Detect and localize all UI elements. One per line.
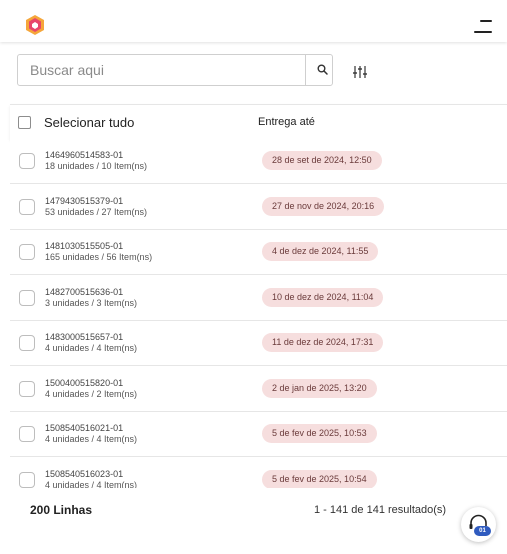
menu-icon[interactable] [470,20,492,36]
search-divider [305,55,306,85]
order-summary: 4 unidades / 4 Item(ns) [45,434,138,444]
list-footer: 200 Linhas 1 - 141 de 141 resultado(s) 0… [0,488,507,554]
delivery-badge: 11 de dez de 2024, 17:31 [262,333,384,352]
delivery-badge: 28 de set de 2024, 12:50 [262,151,382,170]
row-checkbox[interactable] [19,472,35,488]
chat-support-button[interactable]: 01 [461,507,496,542]
delivery-badge: 10 de dez de 2024, 11:04 [262,288,384,307]
select-all-label[interactable]: Selecionar tudo [44,115,134,130]
row-checkbox[interactable] [19,244,35,260]
order-summary: 4 unidades / 4 Item(ns) [45,480,138,488]
order-id: 1508540516023-01 [45,469,124,479]
order-summary: 4 unidades / 2 Item(ns) [45,389,138,399]
order-id: 1479430515379-01 [45,196,124,206]
top-bar [0,0,507,42]
results-count: 1 - 141 de 141 resultado(s) [314,504,447,516]
row-checkbox[interactable] [19,199,35,215]
delivery-badge: 2 de jan de 2025, 13:20 [262,379,377,398]
order-id: 1500400515820-01 [45,378,124,388]
order-row[interactable]: 1500400515820-01 4 unidades / 2 Item(ns)… [10,367,507,412]
order-summary: 53 unidades / 27 Item(ns) [45,207,148,217]
search-input[interactable] [18,55,306,85]
order-row[interactable]: 1508540516021-01 4 unidades / 4 Item(ns)… [10,412,507,457]
order-row[interactable]: 1481030515505-01 165 unidades / 56 Item(… [10,230,507,275]
row-checkbox[interactable] [19,381,35,397]
order-id: 1483000515657-01 [45,332,124,342]
order-id: 1481030515505-01 [45,241,124,251]
row-checkbox[interactable] [19,426,35,442]
row-checkbox[interactable] [19,153,35,169]
chat-badge: 01 [474,526,491,536]
order-summary: 4 unidades / 4 Item(ns) [45,343,138,353]
order-list: 1464960514583-01 18 unidades / 10 Item(n… [10,139,507,488]
delivery-badge: 5 de fev de 2025, 10:54 [262,470,377,488]
app-logo-icon[interactable] [24,14,46,36]
select-all-checkbox[interactable] [18,116,31,129]
row-checkbox[interactable] [19,335,35,351]
order-summary: 165 unidades / 56 Item(ns) [45,252,153,262]
list-header: Selecionar tudo Entrega até [10,104,507,139]
filter-sliders-icon[interactable] [352,64,368,80]
delivery-column-header: Entrega até [258,116,315,128]
delivery-badge: 4 de dez de 2024, 11:55 [262,242,379,261]
order-summary: 18 unidades / 10 Item(ns) [45,161,148,171]
order-row[interactable]: 1464960514583-01 18 unidades / 10 Item(n… [10,139,507,184]
row-checkbox[interactable] [19,290,35,306]
order-row[interactable]: 1482700515636-01 3 unidades / 3 Item(ns)… [10,276,507,321]
order-id: 1482700515636-01 [45,287,124,297]
rows-per-page-label[interactable]: 200 Linhas [30,503,92,517]
delivery-badge: 5 de fev de 2025, 10:53 [262,424,377,443]
order-row[interactable]: 1508540516023-01 4 unidades / 4 Item(ns)… [10,458,507,488]
order-id: 1464960514583-01 [45,150,124,160]
search-icon[interactable] [316,63,330,77]
search-box [17,54,333,86]
delivery-badge: 27 de nov de 2024, 20:16 [262,197,385,216]
order-summary: 3 unidades / 3 Item(ns) [45,298,138,308]
order-row[interactable]: 1479430515379-01 53 unidades / 27 Item(n… [10,185,507,230]
order-id: 1508540516021-01 [45,423,124,433]
order-row[interactable]: 1483000515657-01 4 unidades / 4 Item(ns)… [10,321,507,366]
